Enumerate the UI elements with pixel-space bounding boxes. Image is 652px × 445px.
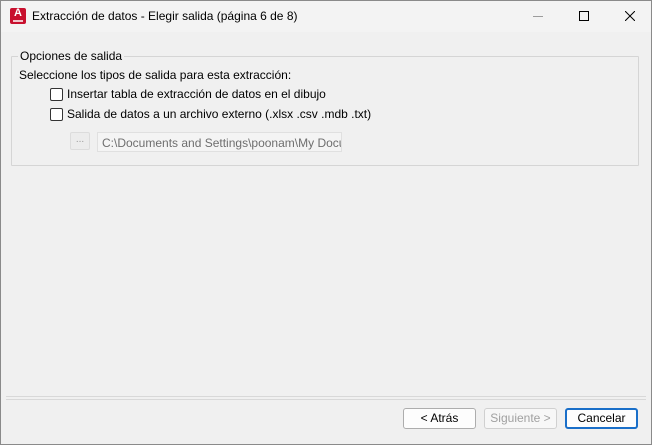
file-path-value: C:\Documents and Settings\poonam\My Docu…	[102, 136, 342, 150]
cancel-button[interactable]: Cancelar	[565, 408, 638, 429]
file-path-field[interactable]: C:\Documents and Settings\poonam\My Docu…	[97, 132, 342, 152]
insert-table-label[interactable]: Insertar tabla de extracción de datos en…	[67, 87, 326, 101]
maximize-icon	[579, 11, 589, 21]
output-options-legend: Opciones de salida	[18, 49, 125, 63]
external-file-checkbox[interactable]	[50, 108, 63, 121]
dialog-window: A Extracción de datos - Elegir salida (p…	[0, 0, 652, 445]
minimize-button[interactable]	[515, 1, 561, 32]
footer-divider	[6, 396, 646, 397]
external-file-label[interactable]: Salida de datos a un archivo externo (.x…	[67, 107, 371, 121]
close-button[interactable]	[607, 1, 652, 32]
minimize-icon	[533, 16, 543, 17]
insert-table-checkbox[interactable]	[50, 88, 63, 101]
back-button[interactable]: < Atrás	[403, 408, 476, 429]
footer-divider-secondary	[6, 399, 646, 400]
maximize-button[interactable]	[561, 1, 607, 32]
close-icon	[625, 11, 635, 21]
window-title: Extracción de datos - Elegir salida (pág…	[32, 9, 298, 23]
output-instructions: Seleccione los tipos de salida para esta…	[19, 68, 292, 82]
browse-button[interactable]: ...	[70, 132, 90, 150]
next-button[interactable]: Siguiente >	[484, 408, 557, 429]
title-bar: A Extracción de datos - Elegir salida (p…	[1, 1, 651, 32]
autocad-app-icon: A	[10, 7, 26, 24]
